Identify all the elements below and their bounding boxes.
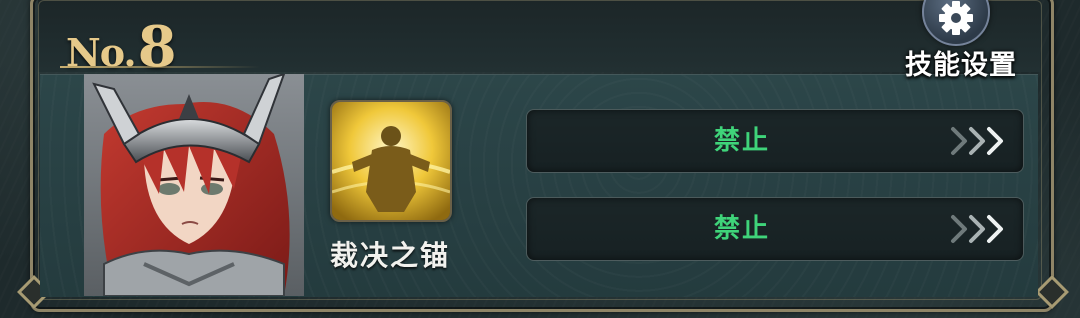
gear-icon (939, 1, 973, 35)
red-haired-knight-portrait (84, 74, 304, 296)
gear-icon-badge (922, 0, 990, 46)
skill-settings-button[interactable]: 技能设置 (898, 0, 1024, 82)
option-label: 禁止 (713, 126, 770, 156)
title-underline (60, 66, 260, 68)
option-row-2[interactable]: 禁止 (526, 197, 1024, 261)
triple-chevron-right-icon (951, 127, 1003, 155)
option-row-1[interactable]: 禁止 (526, 109, 1024, 173)
entry-number: No. 8 (66, 14, 177, 80)
entry-index: 8 (137, 14, 177, 80)
settings-label: 技能设置 (905, 50, 1017, 81)
golden-warrior-skill-icon (332, 102, 450, 220)
character-portrait[interactable] (84, 74, 304, 296)
entry-prefix: No. (66, 30, 137, 75)
option-label: 禁止 (713, 214, 770, 244)
skill-icon[interactable] (330, 100, 452, 222)
skill-name: 裁决之锚 (329, 239, 450, 272)
triple-chevron-right-icon (951, 215, 1003, 243)
skill-config-panel: No. 8 裁决之锚 禁止 禁止 技能设置 (0, 0, 1080, 318)
